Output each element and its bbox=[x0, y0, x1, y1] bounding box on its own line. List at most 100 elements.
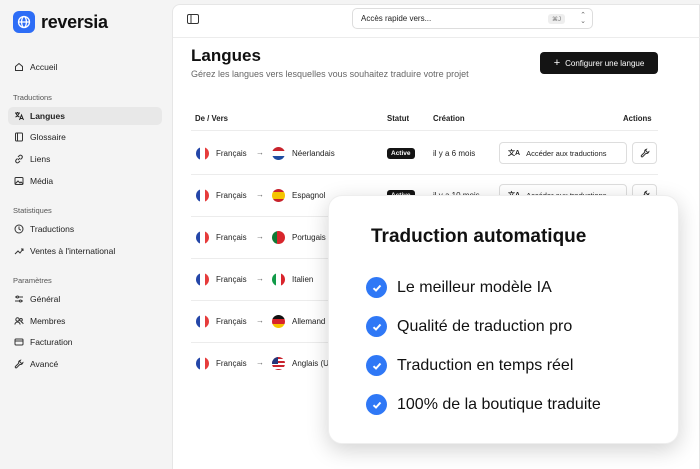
sidebar-item-label: Liens bbox=[30, 154, 51, 164]
sidebar-item-label: Accueil bbox=[30, 62, 58, 72]
arrow-right-icon: → bbox=[256, 274, 264, 283]
sidebar-item-media[interactable]: Média bbox=[8, 172, 162, 190]
page-subtitle: Gérez les langues vers lesquelles vous s… bbox=[191, 69, 469, 79]
check-circle-icon bbox=[366, 277, 387, 298]
flag-fr-icon bbox=[196, 273, 209, 286]
sidebar-toggle-icon[interactable] bbox=[187, 14, 199, 24]
link-icon bbox=[15, 154, 23, 164]
arrow-right-icon: → bbox=[256, 358, 264, 367]
sidebar-item-international-sales[interactable]: Ventes à l'international bbox=[8, 242, 162, 260]
sidebar-item-links[interactable]: Liens bbox=[8, 150, 162, 168]
brand-name: reversia bbox=[41, 11, 108, 32]
key-icon bbox=[640, 148, 650, 158]
sidebar-item-label: Facturation bbox=[30, 337, 73, 347]
credit-card-icon bbox=[14, 338, 24, 346]
sidebar-item-label: Média bbox=[30, 176, 54, 186]
sidebar-item-label: Général bbox=[30, 294, 61, 304]
sidebar-item-label: Langues bbox=[30, 111, 65, 121]
sidebar-item-home[interactable]: Accueil bbox=[8, 58, 162, 76]
image-icon bbox=[14, 177, 24, 185]
flag-pt-icon bbox=[272, 231, 285, 244]
auto-translation-card: Traduction automatique Le meilleur modèl… bbox=[328, 195, 679, 444]
flag-de-icon bbox=[272, 315, 285, 328]
sidebar-item-label: Traductions bbox=[30, 224, 75, 234]
flag-es-icon bbox=[272, 189, 285, 202]
target-language: Italien bbox=[292, 275, 314, 284]
configure-language-button[interactable]: + Configurer une langue bbox=[540, 52, 658, 74]
created-date: il y a 6 mois bbox=[433, 149, 476, 158]
flag-fr-icon bbox=[196, 231, 209, 244]
brand[interactable]: reversia bbox=[13, 11, 108, 33]
flag-nl-icon bbox=[272, 147, 285, 160]
feature-item: 100% de la boutique traduite bbox=[366, 394, 601, 415]
plus-icon: + bbox=[553, 57, 561, 69]
source-language: Français bbox=[216, 233, 247, 242]
column-header-created: Création bbox=[433, 114, 465, 123]
sidebar-item-members[interactable]: Membres bbox=[8, 312, 162, 330]
quick-access-label: Accès rapide vers... bbox=[361, 14, 432, 23]
sidebar-item-glossary[interactable]: Glossaire bbox=[8, 128, 162, 146]
trend-icon bbox=[14, 248, 24, 255]
translate-icon: 文A bbox=[508, 150, 521, 157]
feature-label: Le meilleur modèle IA bbox=[397, 278, 552, 296]
table-row: Français → Néerlandais Active il y a 6 m… bbox=[173, 132, 700, 174]
flag-fr-icon bbox=[196, 189, 209, 202]
flag-fr-icon bbox=[196, 357, 209, 370]
clock-icon bbox=[14, 224, 24, 234]
table-divider bbox=[191, 130, 658, 131]
sidebar-item-languages[interactable]: Langues bbox=[8, 107, 162, 125]
sidebar-item-general[interactable]: Général bbox=[8, 290, 162, 308]
arrow-right-icon: → bbox=[256, 232, 264, 241]
column-header-actions: Actions bbox=[623, 114, 652, 123]
settings-key-button[interactable] bbox=[632, 142, 657, 164]
column-header-status: Statut bbox=[387, 114, 410, 123]
check-circle-icon bbox=[366, 355, 387, 376]
sliders-icon bbox=[15, 295, 23, 303]
source-language: Français bbox=[216, 149, 247, 158]
access-translations-label: Accéder aux traductions bbox=[526, 148, 607, 158]
topbar-divider bbox=[173, 37, 700, 38]
arrow-right-icon: → bbox=[256, 316, 264, 325]
access-translations-button[interactable]: 文A Accéder aux traductions bbox=[499, 142, 627, 164]
target-language: Espagnol bbox=[292, 191, 326, 200]
status-badge: Active bbox=[387, 148, 415, 159]
feature-item: Traduction en temps réel bbox=[366, 355, 573, 376]
source-language: Français bbox=[216, 191, 247, 200]
sidebar-section-title: Statistiques bbox=[13, 206, 52, 215]
sidebar-item-label: Avancé bbox=[30, 359, 59, 369]
arrow-right-icon: → bbox=[256, 148, 264, 157]
chevron-updown-icon: ⌃ ⌄ bbox=[580, 12, 586, 25]
translate-icon bbox=[15, 112, 24, 121]
sidebar-section-title: Paramètres bbox=[13, 276, 52, 285]
flag-it-icon bbox=[272, 273, 285, 286]
sidebar-item-label: Membres bbox=[30, 316, 66, 326]
feature-label: Traduction en temps réel bbox=[397, 356, 574, 374]
sidebar-item-translations-stats[interactable]: Traductions bbox=[8, 220, 162, 238]
book-icon bbox=[15, 132, 23, 142]
check-circle-icon bbox=[366, 316, 387, 337]
card-title: Traduction automatique bbox=[371, 226, 587, 247]
feature-item: Le meilleur modèle IA bbox=[366, 277, 552, 298]
configure-language-label: Configurer une langue bbox=[565, 58, 645, 68]
home-icon bbox=[15, 62, 23, 71]
target-language: Portugais bbox=[292, 233, 326, 242]
sidebar-item-billing[interactable]: Facturation bbox=[8, 333, 162, 351]
feature-label: Qualité de traduction pro bbox=[397, 317, 573, 335]
sidebar-item-label: Ventes à l'international bbox=[30, 246, 116, 256]
sidebar-item-advanced[interactable]: Avancé bbox=[8, 355, 162, 373]
feature-label: 100% de la boutique traduite bbox=[397, 395, 601, 413]
page-title: Langues bbox=[191, 46, 261, 65]
target-language: Allemand bbox=[292, 317, 326, 326]
sidebar-section-title: Traductions bbox=[13, 93, 52, 102]
target-language: Néerlandais bbox=[292, 149, 335, 158]
quick-access-search[interactable]: Accès rapide vers... ⌘J ⌃ ⌄ bbox=[352, 8, 593, 29]
sidebar-item-label: Glossaire bbox=[30, 132, 66, 142]
source-language: Français bbox=[216, 275, 247, 284]
sidebar: reversia Accueil Traductions Langues Glo… bbox=[0, 0, 172, 469]
wrench-icon bbox=[14, 359, 24, 369]
column-header-from-to: De / Vers bbox=[195, 114, 228, 123]
source-language: Français bbox=[216, 317, 247, 326]
globe-logo-icon bbox=[13, 11, 35, 33]
flag-fr-icon bbox=[196, 147, 209, 160]
feature-item: Qualité de traduction pro bbox=[366, 316, 572, 337]
